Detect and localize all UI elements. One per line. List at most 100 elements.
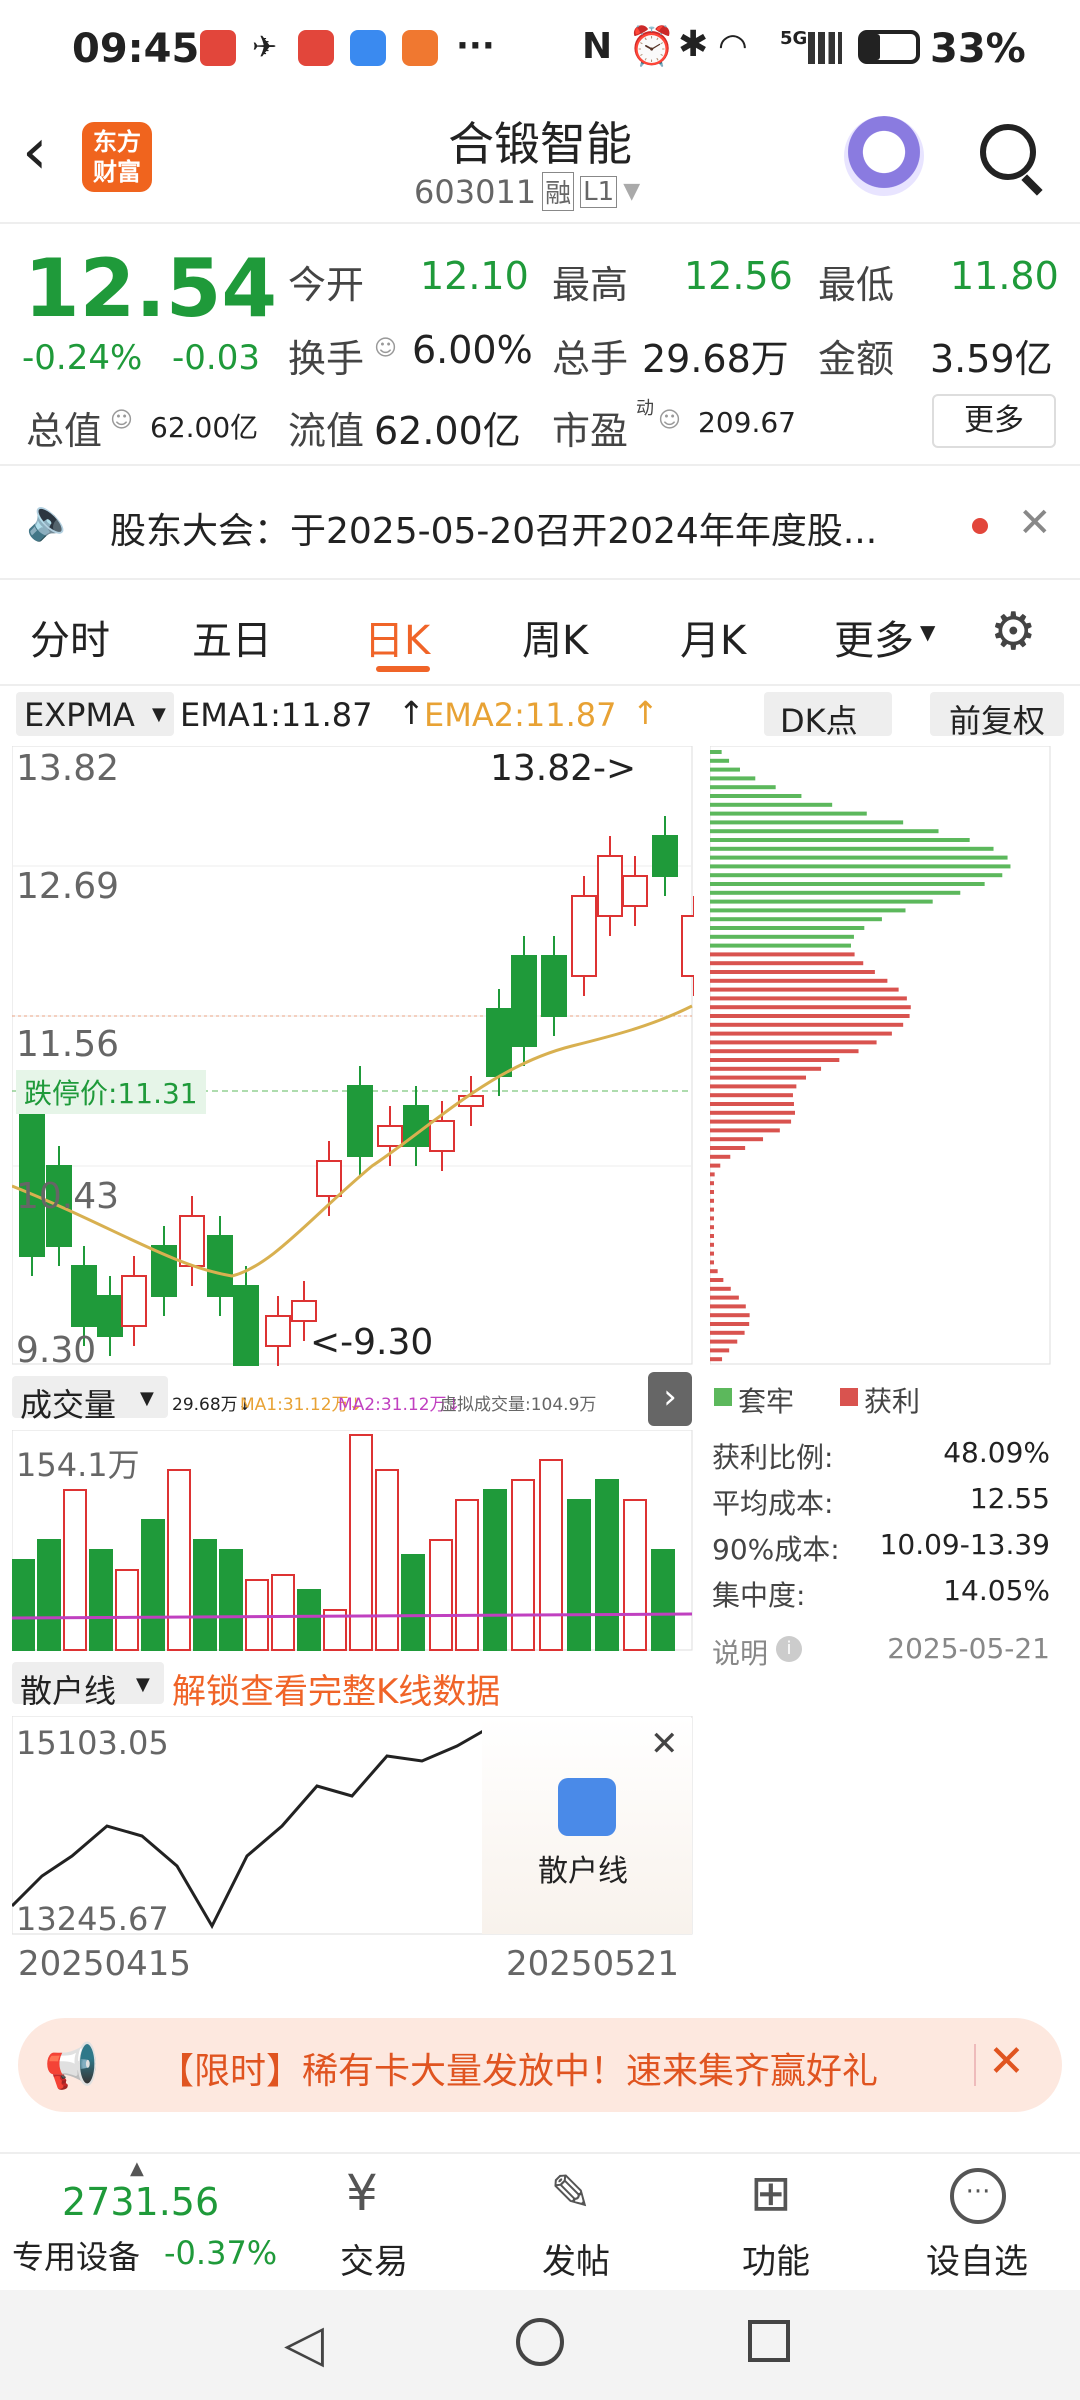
- alarm-icon: ⏰: [628, 24, 676, 68]
- system-nav-bar: ◁: [0, 2290, 1080, 2400]
- chip-bar: [710, 829, 939, 834]
- notice-bar[interactable]: 🔈 股东大会：于2025-05-20召开2024年年度股... ✕: [0, 466, 1080, 576]
- volume-bar: [651, 1549, 675, 1651]
- candle: [179, 1215, 205, 1267]
- chip-bar: [710, 873, 1003, 878]
- candle: [265, 1315, 291, 1347]
- candle: [347, 1085, 373, 1157]
- chip-bar: [710, 1286, 731, 1291]
- info-icon[interactable]: ☺: [374, 336, 397, 361]
- nav-home-icon[interactable]: [516, 2318, 564, 2366]
- notice-text: 股东大会：于2025-05-20召开2024年年度股...: [110, 511, 878, 552]
- chip-bar: [710, 758, 730, 763]
- chip-bar: [710, 1348, 730, 1353]
- y-label-top: 13.82: [16, 748, 120, 789]
- promo-banner[interactable]: 📢 【限时】稀有卡大量发放中！速来集齐赢好礼 ✕: [18, 2018, 1062, 2112]
- chip-bar: [710, 1119, 792, 1124]
- battery-icon: [858, 30, 920, 64]
- function-button[interactable]: ⊞ 功能: [706, 2154, 846, 2290]
- megaphone-icon: 📢: [44, 2041, 99, 2092]
- volume-bar: [115, 1569, 139, 1651]
- gear-icon[interactable]: ⚙: [990, 602, 1037, 662]
- candle: [291, 1300, 317, 1322]
- trade-button[interactable]: ¥ 交易: [306, 2154, 446, 2290]
- chip-bar: [710, 1049, 859, 1054]
- info-icon-3[interactable]: ☺: [658, 408, 681, 433]
- ema1-value: EMA1:11.87: [180, 696, 373, 734]
- index-value: 2731.56: [62, 2180, 220, 2224]
- more-button[interactable]: 更多: [932, 394, 1056, 448]
- chip-bar: [710, 1313, 750, 1318]
- volume-y-max: 154.1万: [16, 1446, 140, 1484]
- tab-more[interactable]: 更多: [834, 608, 914, 666]
- cost-90-label: 90%成本:: [712, 1533, 840, 1566]
- retail-name: 散户线: [20, 1672, 117, 1710]
- unlock-link[interactable]: 解锁查看完整K线数据: [172, 1664, 500, 1713]
- open-value: 12.10: [420, 254, 529, 298]
- dk-point-button[interactable]: DK点: [764, 692, 892, 740]
- volume-bar: [539, 1459, 563, 1651]
- search-icon[interactable]: [980, 124, 1036, 180]
- close-icon[interactable]: ✕: [650, 1724, 679, 1764]
- close-icon[interactable]: ✕: [988, 2036, 1025, 2087]
- volume-select[interactable]: 成交量 ▼: [12, 1376, 168, 1424]
- tab-monthly-k[interactable]: 月K: [680, 608, 746, 666]
- retail-line-icon: [558, 1778, 616, 1836]
- retail-lock-overlay[interactable]: ✕ 散户线: [482, 1718, 692, 1934]
- volume-bar: [297, 1589, 321, 1651]
- volume-bar: [37, 1539, 61, 1651]
- stock-code-row[interactable]: 603011 融 L1 ▼: [414, 172, 640, 211]
- volume-bar: [375, 1469, 399, 1651]
- chip-bar: [710, 785, 776, 790]
- candle: [597, 855, 623, 917]
- expand-icon[interactable]: ›: [648, 1372, 692, 1426]
- chip-note-label[interactable]: 说明: [712, 1632, 768, 1672]
- edit-icon: ✎: [550, 2164, 592, 2222]
- tab-five-day[interactable]: 五日: [192, 608, 272, 666]
- open-label: 今开: [288, 263, 365, 307]
- chip-bar: [710, 1216, 714, 1221]
- adjust-button[interactable]: 前复权: [930, 692, 1064, 740]
- robot-assistant-icon[interactable]: [844, 116, 924, 196]
- candle: [652, 835, 678, 877]
- nav-recents-icon[interactable]: [748, 2320, 790, 2362]
- market-cap-value: 62.00亿: [150, 411, 259, 444]
- chip-bar: [710, 855, 1008, 860]
- turnover-label: 换手: [288, 337, 365, 381]
- bottom-toolbar: ▲ 2731.56 专用设备 -0.37% ¥ 交易 ✎ 发帖 ⊞ 功能 ···…: [0, 2152, 1080, 2288]
- arrow-up-icon: ↑: [632, 694, 659, 732]
- chip-bar: [710, 1110, 796, 1115]
- status-time: 09:45: [72, 26, 200, 72]
- info-icon[interactable]: i: [776, 1636, 802, 1662]
- chip-bar: [710, 1128, 780, 1133]
- trap-legend: 套牢: [738, 1385, 795, 1418]
- index-name[interactable]: 专用设备: [12, 2232, 140, 2278]
- chip-bar: [710, 802, 833, 807]
- market-cap-label: 总值: [26, 409, 103, 453]
- candle: [622, 875, 648, 907]
- add-watchlist-button[interactable]: ··· 设自选: [904, 2154, 1074, 2290]
- volume-bar: [63, 1489, 87, 1651]
- chip-bar: [710, 1330, 745, 1335]
- nav-back-icon[interactable]: ◁: [284, 2314, 324, 2374]
- chip-bar: [710, 1102, 794, 1106]
- candle: [486, 1008, 512, 1077]
- post-button[interactable]: ✎ 发帖: [506, 2154, 646, 2290]
- chip-bar: [710, 1225, 714, 1230]
- tab-intraday[interactable]: 分时: [30, 608, 110, 666]
- retail-select[interactable]: 散户线 ▼: [12, 1662, 164, 1710]
- stock-code: 603011: [414, 172, 537, 211]
- chip-bar: [710, 961, 864, 966]
- tab-weekly-k[interactable]: 周K: [522, 608, 588, 666]
- float-cap-label: 流值: [288, 409, 365, 453]
- info-icon-2[interactable]: ☺: [110, 408, 133, 433]
- close-icon[interactable]: ✕: [1018, 500, 1052, 546]
- volume-bar: [511, 1479, 535, 1651]
- chip-bar: [710, 767, 740, 772]
- concentration-value: 14.05%: [943, 1574, 1050, 1607]
- chevron-down-icon: ▼: [920, 620, 936, 644]
- indicator-select[interactable]: EXPMA ▼: [16, 692, 174, 736]
- tab-daily-k[interactable]: 日K: [364, 608, 430, 666]
- chip-bar: [710, 1339, 738, 1344]
- promo-text: 【限时】稀有卡大量发放中！速来集齐赢好礼: [158, 2051, 879, 2092]
